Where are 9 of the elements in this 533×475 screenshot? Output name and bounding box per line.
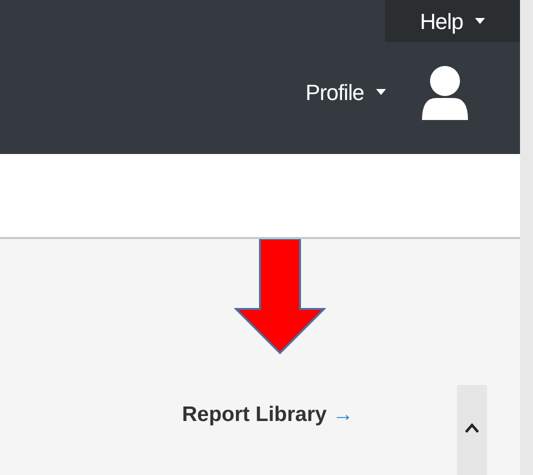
user-avatar-icon[interactable] [420, 64, 470, 120]
help-menu[interactable]: Help [385, 0, 520, 42]
profile-menu[interactable]: Profile [305, 76, 386, 108]
scroll-up-icon[interactable] [465, 423, 479, 433]
report-library-link[interactable]: Report Library → [182, 399, 354, 430]
down-arrow-icon [234, 239, 326, 355]
scrollbar[interactable] [457, 385, 487, 475]
caret-icon [376, 89, 386, 95]
caret-icon [475, 18, 486, 24]
